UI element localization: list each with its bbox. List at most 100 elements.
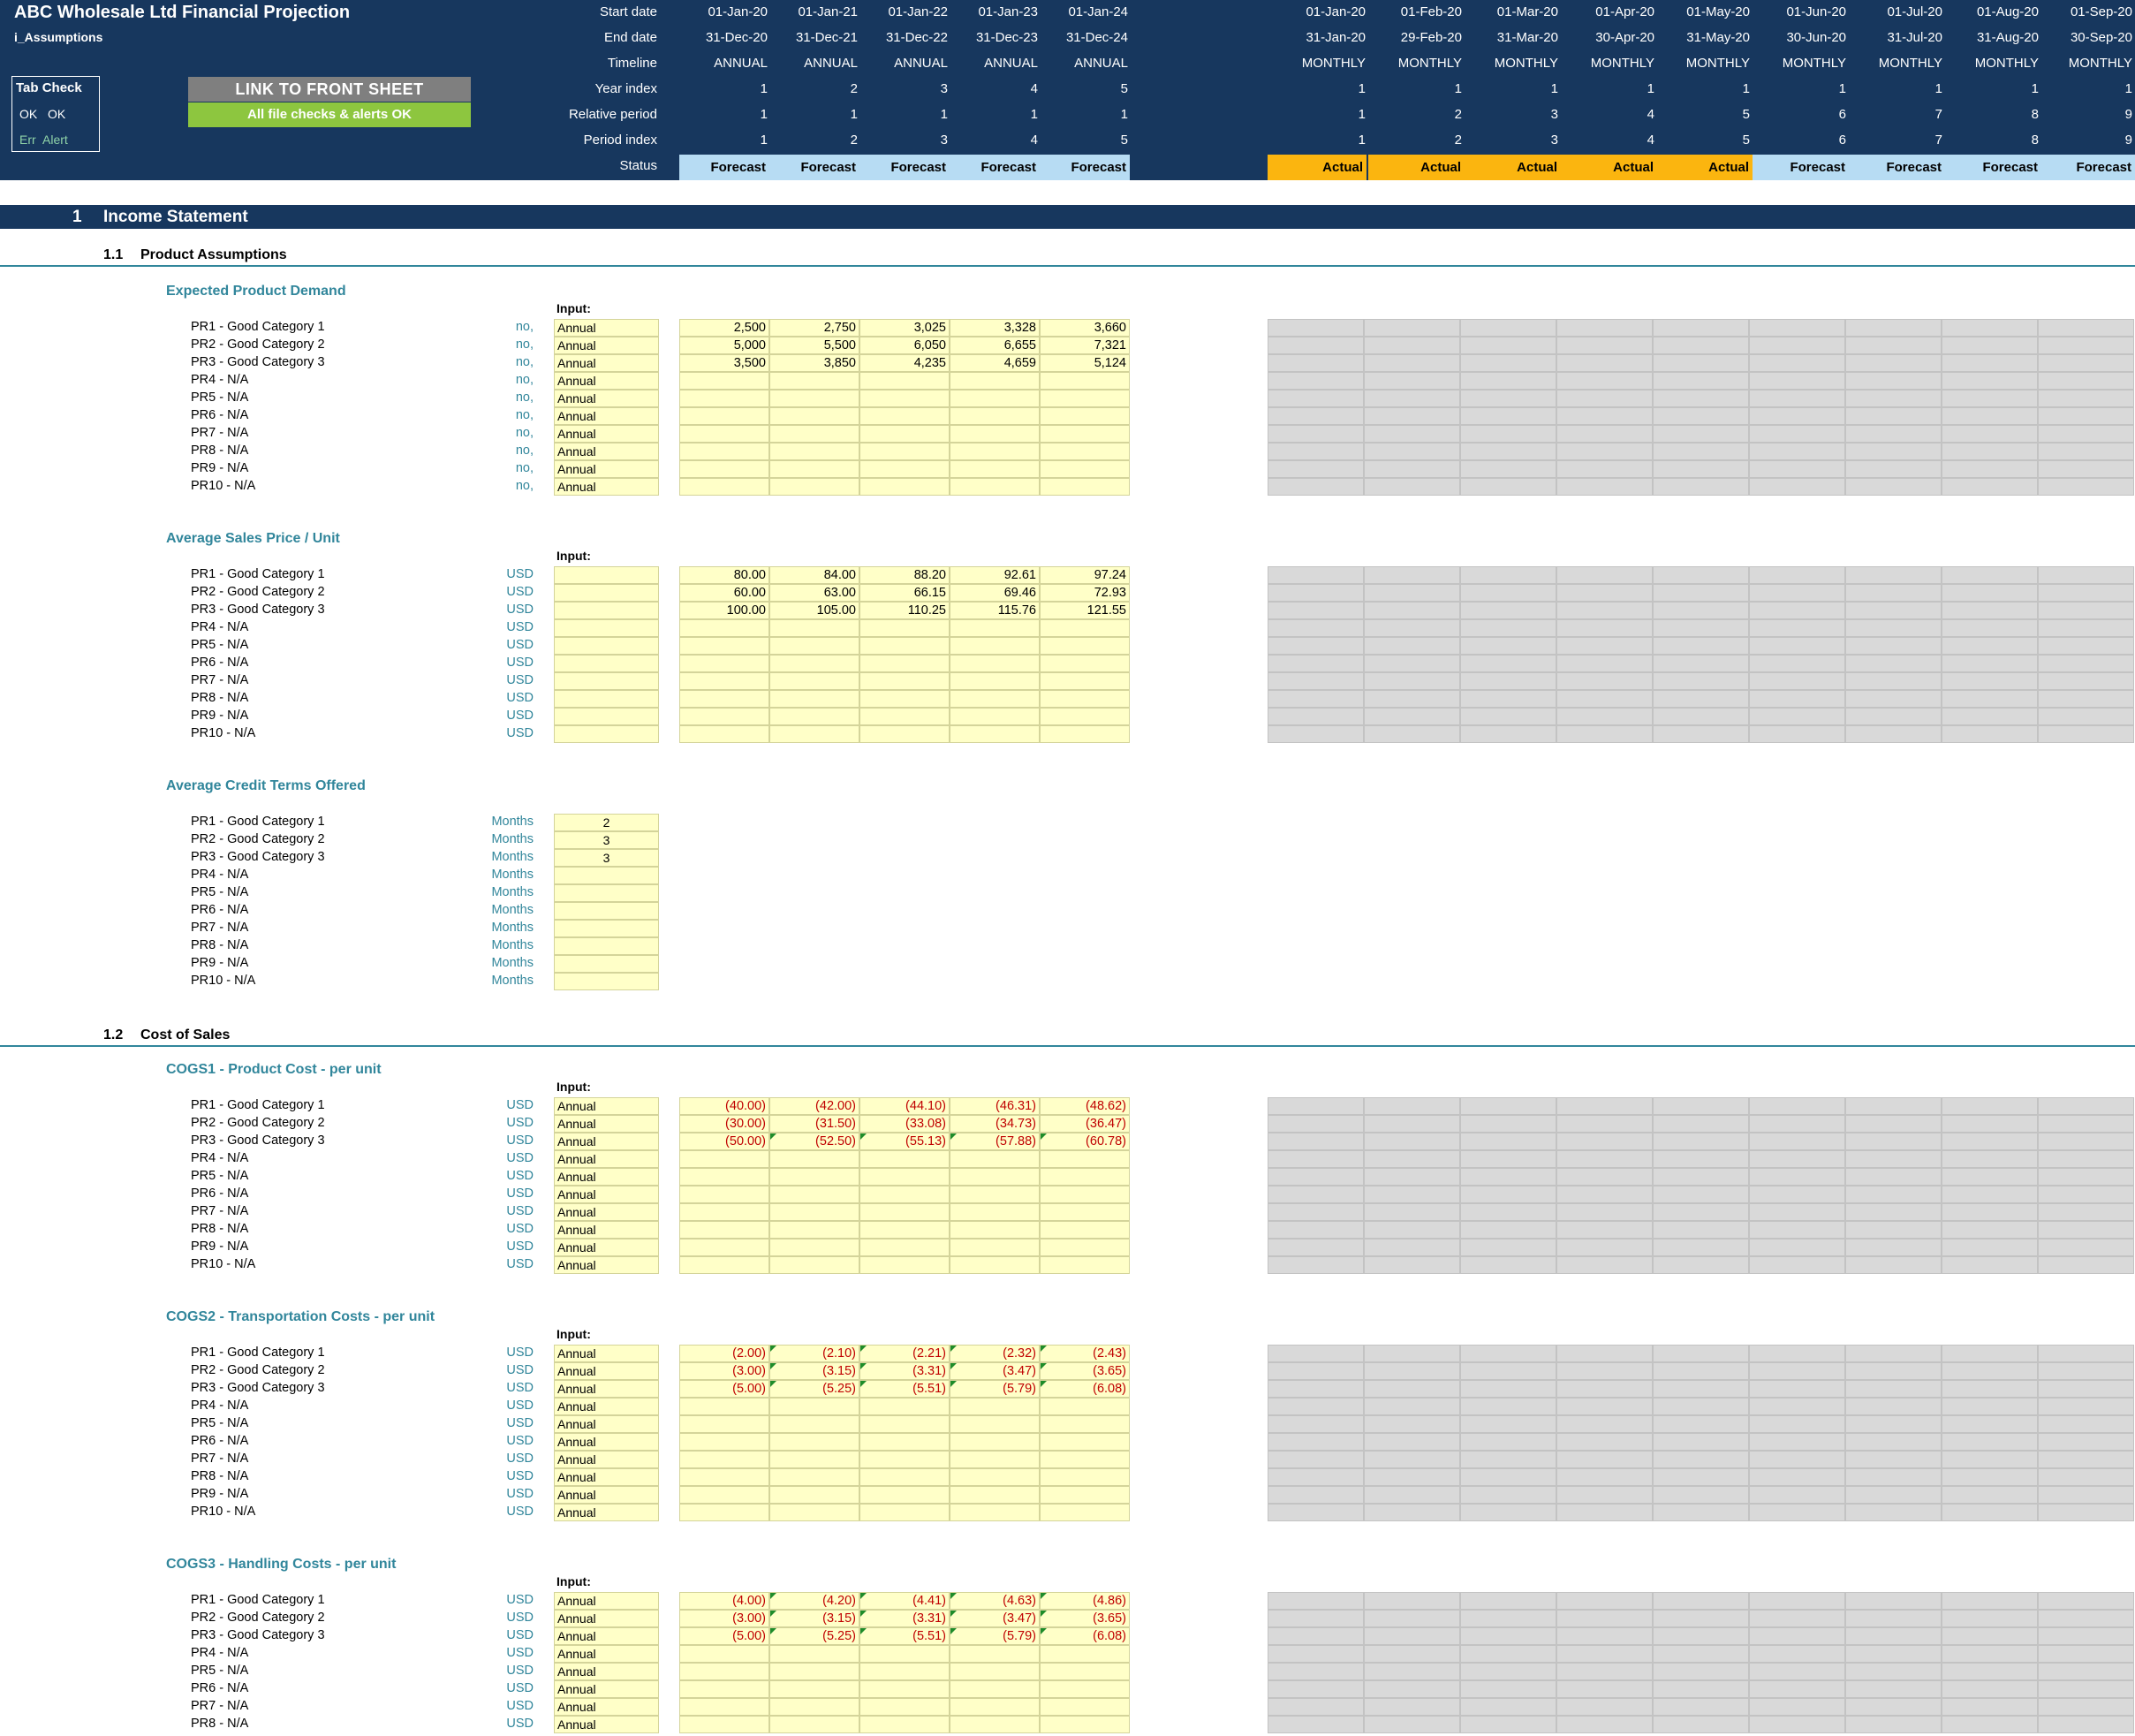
value-cell[interactable]: (31.50)	[769, 1115, 859, 1133]
credit-terms-input[interactable]	[554, 884, 659, 902]
value-cell[interactable]	[769, 1716, 859, 1733]
value-cell[interactable]	[859, 637, 950, 655]
value-cell[interactable]	[679, 460, 769, 478]
value-cell[interactable]	[950, 1716, 1040, 1733]
value-cell[interactable]	[1040, 425, 1130, 443]
input-type-cell[interactable]: Annual	[554, 1504, 659, 1521]
input-type-cell[interactable]: Annual	[554, 1645, 659, 1663]
value-cell[interactable]	[769, 1150, 859, 1168]
value-cell[interactable]	[769, 1168, 859, 1186]
value-cell[interactable]	[769, 1415, 859, 1433]
value-cell[interactable]	[950, 1433, 1040, 1451]
value-cell[interactable]: (48.62)	[1040, 1097, 1130, 1115]
value-cell[interactable]: 3,328	[950, 319, 1040, 337]
value-cell[interactable]	[679, 478, 769, 496]
value-cell[interactable]	[1040, 1451, 1130, 1468]
value-cell[interactable]	[1040, 1468, 1130, 1486]
value-cell[interactable]	[859, 390, 950, 407]
input-type-cell[interactable]: Annual	[554, 1451, 659, 1468]
value-cell[interactable]: (2.32)	[950, 1345, 1040, 1362]
value-cell[interactable]	[769, 478, 859, 496]
value-cell[interactable]	[679, 1645, 769, 1663]
value-cell[interactable]	[769, 619, 859, 637]
value-cell[interactable]: (6.08)	[1040, 1380, 1130, 1398]
value-cell[interactable]: 88.20	[859, 566, 950, 584]
input-type-cell[interactable]: Annual	[554, 1097, 659, 1115]
value-cell[interactable]: 2,750	[769, 319, 859, 337]
credit-terms-input[interactable]	[554, 920, 659, 937]
input-type-cell[interactable]: Annual	[554, 1186, 659, 1203]
value-cell[interactable]	[859, 372, 950, 390]
value-cell[interactable]: (3.47)	[950, 1362, 1040, 1380]
value-cell[interactable]	[950, 1680, 1040, 1698]
value-cell[interactable]	[679, 1221, 769, 1239]
value-cell[interactable]	[950, 1239, 1040, 1256]
input-type-cell[interactable]: Annual	[554, 1345, 659, 1362]
value-cell[interactable]	[859, 708, 950, 725]
credit-terms-input[interactable]: 3	[554, 831, 659, 849]
value-cell[interactable]: 66.15	[859, 584, 950, 602]
value-cell[interactable]	[950, 1451, 1040, 1468]
value-cell[interactable]: (5.51)	[859, 1627, 950, 1645]
value-cell[interactable]	[679, 390, 769, 407]
value-cell[interactable]	[859, 1663, 950, 1680]
value-cell[interactable]	[950, 619, 1040, 637]
value-cell[interactable]: (52.50)	[769, 1133, 859, 1150]
value-cell[interactable]	[769, 1398, 859, 1415]
value-cell[interactable]: (40.00)	[679, 1097, 769, 1115]
value-cell[interactable]	[1040, 655, 1130, 672]
value-cell[interactable]	[679, 425, 769, 443]
value-cell[interactable]	[859, 1415, 950, 1433]
value-cell[interactable]: (5.25)	[769, 1627, 859, 1645]
value-cell[interactable]: 4,235	[859, 354, 950, 372]
value-cell[interactable]	[769, 372, 859, 390]
value-cell[interactable]: 121.55	[1040, 602, 1130, 619]
value-cell[interactable]: (60.78)	[1040, 1133, 1130, 1150]
value-cell[interactable]	[859, 1203, 950, 1221]
value-cell[interactable]	[859, 1239, 950, 1256]
value-cell[interactable]: (30.00)	[679, 1115, 769, 1133]
value-cell[interactable]: 110.25	[859, 602, 950, 619]
value-cell[interactable]	[859, 1486, 950, 1504]
value-cell[interactable]	[950, 1256, 1040, 1274]
input-type-cell[interactable]: Annual	[554, 443, 659, 460]
value-cell[interactable]	[769, 1698, 859, 1716]
value-cell[interactable]	[679, 1486, 769, 1504]
value-cell[interactable]	[679, 407, 769, 425]
value-cell[interactable]	[769, 637, 859, 655]
value-cell[interactable]	[1040, 1663, 1130, 1680]
input-type-cell[interactable]	[554, 584, 659, 602]
value-cell[interactable]	[950, 1468, 1040, 1486]
value-cell[interactable]	[769, 443, 859, 460]
credit-terms-input[interactable]	[554, 955, 659, 973]
value-cell[interactable]	[859, 1221, 950, 1239]
input-type-cell[interactable]: Annual	[554, 1486, 659, 1504]
value-cell[interactable]	[1040, 390, 1130, 407]
input-type-cell[interactable]: Annual	[554, 1221, 659, 1239]
input-type-cell[interactable]	[554, 619, 659, 637]
value-cell[interactable]	[1040, 372, 1130, 390]
value-cell[interactable]	[1040, 407, 1130, 425]
input-type-cell[interactable]: Annual	[554, 1468, 659, 1486]
value-cell[interactable]	[769, 1451, 859, 1468]
value-cell[interactable]: 3,025	[859, 319, 950, 337]
input-type-cell[interactable]	[554, 725, 659, 743]
value-cell[interactable]	[769, 672, 859, 690]
value-cell[interactable]	[859, 460, 950, 478]
value-cell[interactable]: (3.00)	[679, 1362, 769, 1380]
credit-terms-input[interactable]	[554, 937, 659, 955]
value-cell[interactable]	[1040, 672, 1130, 690]
value-cell[interactable]: (2.43)	[1040, 1345, 1130, 1362]
value-cell[interactable]: 84.00	[769, 566, 859, 584]
value-cell[interactable]	[1040, 1398, 1130, 1415]
value-cell[interactable]: (4.20)	[769, 1592, 859, 1610]
credit-terms-input[interactable]: 3	[554, 849, 659, 867]
value-cell[interactable]: 100.00	[679, 602, 769, 619]
input-type-cell[interactable]	[554, 708, 659, 725]
value-cell[interactable]: 60.00	[679, 584, 769, 602]
value-cell[interactable]	[950, 1150, 1040, 1168]
value-cell[interactable]: (3.65)	[1040, 1362, 1130, 1380]
value-cell[interactable]	[769, 1239, 859, 1256]
value-cell[interactable]: 92.61	[950, 566, 1040, 584]
credit-terms-input[interactable]	[554, 867, 659, 884]
